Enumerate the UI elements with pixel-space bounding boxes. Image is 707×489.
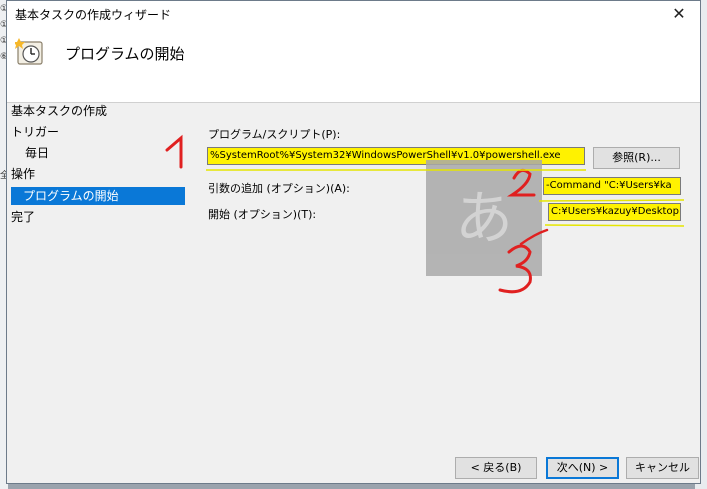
clock-task-icon (15, 38, 43, 65)
wizard-window: 基本タスクの作成ウィザード ✕ プログラムの開始 基本タスクの作成 トリガー 毎… (6, 0, 701, 484)
ime-indicator: あ (426, 160, 542, 276)
browse-button[interactable]: 参照(R)... (593, 147, 680, 169)
close-icon[interactable]: ✕ (664, 3, 694, 25)
step-action[interactable]: 操作 (11, 165, 35, 183)
step-create-basic-task[interactable]: 基本タスクの作成 (11, 102, 107, 120)
step-trigger[interactable]: トリガー (11, 123, 59, 141)
arguments-label: 引数の追加 (オプション)(A): (208, 182, 350, 195)
page-title: プログラムの開始 (65, 45, 185, 63)
step-finish[interactable]: 完了 (11, 208, 35, 226)
back-button[interactable]: < 戻る(B) (455, 457, 537, 479)
title-bar: 基本タスクの作成ウィザード ✕ (7, 1, 700, 29)
step-daily[interactable]: 毎日 (25, 144, 49, 162)
window-title: 基本タスクの作成ウィザード (15, 8, 172, 22)
next-button[interactable]: 次へ(N) > (546, 457, 619, 479)
start-in-label: 開始 (オプション)(T): (208, 208, 317, 221)
page-header: プログラムの開始 (7, 29, 700, 103)
start-in-input[interactable]: C:¥Users¥kazuy¥Desktop (548, 203, 681, 221)
cancel-button[interactable]: キャンセル (626, 457, 699, 479)
program-script-label: プログラム/スクリプト(P): (208, 128, 341, 141)
step-start-program[interactable]: プログラムの開始 (11, 187, 185, 205)
arguments-input[interactable]: -Command "C:¥Users¥ka (543, 177, 681, 195)
